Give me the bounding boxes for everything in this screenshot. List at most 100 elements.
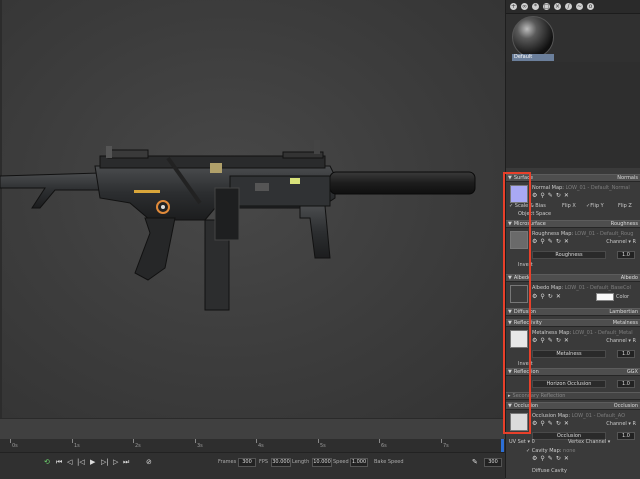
material-preview[interactable] [512, 16, 554, 58]
refresh-icon[interactable]: ↻ [548, 293, 553, 300]
search-icon[interactable]: ⚲ [540, 192, 544, 199]
vertex-channel-select[interactable]: Vertex Channel ▾ [568, 439, 610, 445]
material-list-area [506, 62, 640, 168]
gear-icon[interactable]: ⚙ [532, 293, 537, 300]
skip-end-icon[interactable]: ⏭ [123, 458, 129, 467]
length-field[interactable]: 10.000 [312, 458, 332, 467]
map-tools: ⚙ ⚲ ↻ ✕ [532, 293, 561, 300]
bake-speed-label: Bake Speed [374, 459, 404, 465]
roughness-value[interactable]: 1.0 [617, 251, 635, 259]
edit-icon[interactable]: ✎ [548, 420, 553, 427]
add-icon[interactable]: + [510, 3, 517, 10]
refresh-icon[interactable]: ↻ [556, 420, 561, 427]
step-forward-icon[interactable]: ▷ [113, 458, 118, 466]
gear-icon[interactable]: ⚙ [532, 420, 537, 427]
map-tools: ⚙ ⚲ ✎ ↻ ✕ [532, 192, 569, 199]
search-icon[interactable]: ⚲ [540, 238, 544, 245]
map-tools: ⚙ ⚲ ✎ ↻ ✕ [532, 420, 569, 427]
tick-label: 7s [443, 443, 449, 449]
close-icon[interactable]: ✕ [564, 420, 569, 427]
close-icon[interactable]: ✕ [564, 238, 569, 245]
refresh-icon[interactable]: ↻ [556, 455, 561, 462]
horizon-occlusion-value[interactable]: 1.0 [617, 380, 635, 388]
section-mode[interactable]: Roughness [611, 221, 638, 227]
albedo-color-swatch[interactable] [596, 293, 614, 301]
roughness-map-label: Roughness Map: LOW_01 - Default_Roug [532, 231, 634, 237]
delete-icon[interactable]: × [554, 3, 561, 10]
close-icon[interactable]: ✕ [556, 293, 561, 300]
dropper-icon[interactable]: / [565, 3, 572, 10]
brush-icon[interactable]: ~ [576, 3, 583, 10]
gear-icon[interactable]: ⚙ [532, 238, 537, 245]
horizon-occlusion-slider[interactable]: Horizon Occlusion [532, 380, 606, 388]
duplicate-icon[interactable]: □ [543, 3, 550, 10]
metalness-value[interactable]: 1.0 [617, 350, 635, 358]
map-tools: ⚙ ⚲ ✎ ↻ ✕ [532, 455, 569, 462]
channel-select[interactable]: Channel ▾ R [606, 421, 636, 427]
link-icon[interactable]: ∞ [521, 3, 528, 10]
search-icon[interactable]: ⚲ [540, 420, 544, 427]
end-frame-field[interactable]: 300 [484, 458, 502, 467]
pen-icon[interactable]: ✎ [472, 458, 478, 466]
refresh-icon[interactable]: ↻ [556, 337, 561, 344]
albedo-map-label: Albedo Map: LOW_01 - Default_BaseCol [532, 285, 631, 291]
search-icon[interactable]: ⚲ [540, 455, 544, 462]
flip-x-checkbox[interactable]: Flip X [562, 203, 576, 209]
section-mode[interactable]: Occlusion [614, 403, 638, 409]
normal-map-label: Normal Map: LOW_01 - Default_Normal [532, 185, 630, 191]
metalness-map-label: Metalness Map: LOW_01 - Default_Metal [532, 330, 633, 336]
uv-set-select[interactable]: UV Set ▾ 0 [509, 439, 535, 445]
step-back-icon[interactable]: ◁ [67, 458, 72, 466]
close-icon[interactable]: ✕ [564, 455, 569, 462]
close-icon[interactable]: ✕ [564, 337, 569, 344]
search-icon[interactable]: ⚲ [540, 293, 544, 300]
settings-icon[interactable]: * [532, 3, 539, 10]
fps-field[interactable]: 30.000 [271, 458, 291, 467]
metalness-slider[interactable]: Metalness [532, 350, 606, 358]
search-icon[interactable]: ⚲ [540, 337, 544, 344]
edit-icon[interactable]: ✎ [548, 192, 553, 199]
flip-y-checkbox[interactable]: ✓Flip Y [586, 203, 604, 209]
section-mode[interactable]: Albedo [621, 275, 638, 281]
gear-icon[interactable]: ⚙ [532, 192, 537, 199]
channel-select[interactable]: Channel ▾ R [606, 338, 636, 344]
next-frame-icon[interactable]: ▷| [101, 458, 109, 466]
section-mode[interactable]: Lambertian [609, 309, 638, 315]
edit-icon[interactable]: ✎ [548, 337, 553, 344]
channel-select[interactable]: Channel ▾ R [606, 239, 636, 245]
edit-icon[interactable]: ✎ [548, 455, 553, 462]
timeline[interactable]: 0s 1s 2s 3s 4s 5s 6s 7s [0, 418, 505, 453]
tick [195, 439, 196, 443]
section-mode[interactable]: Metalness [613, 320, 638, 326]
edit-icon[interactable]: ✎ [548, 238, 553, 245]
speed-field[interactable]: 1.000 [350, 458, 368, 467]
gear-icon[interactable]: ⚙ [532, 455, 537, 462]
3d-viewport[interactable] [0, 0, 505, 418]
flip-z-checkbox[interactable]: Flip Z [618, 203, 632, 209]
prev-frame-icon[interactable]: |◁ [77, 458, 85, 466]
refresh-icon[interactable]: ↻ [556, 238, 561, 245]
playhead[interactable] [501, 439, 504, 453]
refresh-icon[interactable]: ↻ [556, 192, 561, 199]
sphere-icon[interactable]: o [587, 3, 594, 10]
section-mode[interactable]: GGX [627, 369, 638, 375]
record-icon[interactable]: ⊘ [146, 458, 152, 466]
tick [133, 439, 134, 443]
play-icon[interactable]: ▶ [90, 458, 95, 466]
transport-bar: ⟲ ⏮ ◁ |◁ ▶ ▷| ▷ ⏭ ⊘ Frames 300 FPS 30.00… [0, 452, 505, 479]
close-icon[interactable]: ✕ [564, 192, 569, 199]
material-name[interactable]: Default [512, 54, 554, 61]
timeline-ruler[interactable]: 0s 1s 2s 3s 4s 5s 6s 7s [0, 439, 505, 453]
roughness-slider[interactable]: Roughness [532, 251, 606, 259]
loop-icon[interactable]: ⟲ [44, 458, 50, 466]
map-tools: ⚙ ⚲ ✎ ↻ ✕ [532, 238, 569, 245]
frames-field[interactable]: 300 [238, 458, 256, 467]
tick [318, 439, 319, 443]
section-mode[interactable]: Normals [617, 175, 638, 181]
gear-icon[interactable]: ⚙ [532, 337, 537, 344]
skip-start-icon[interactable]: ⏮ [56, 458, 62, 467]
tick [379, 439, 380, 443]
tick [72, 439, 73, 443]
highlight-annotation [503, 172, 531, 434]
color-label: Color [616, 294, 630, 300]
